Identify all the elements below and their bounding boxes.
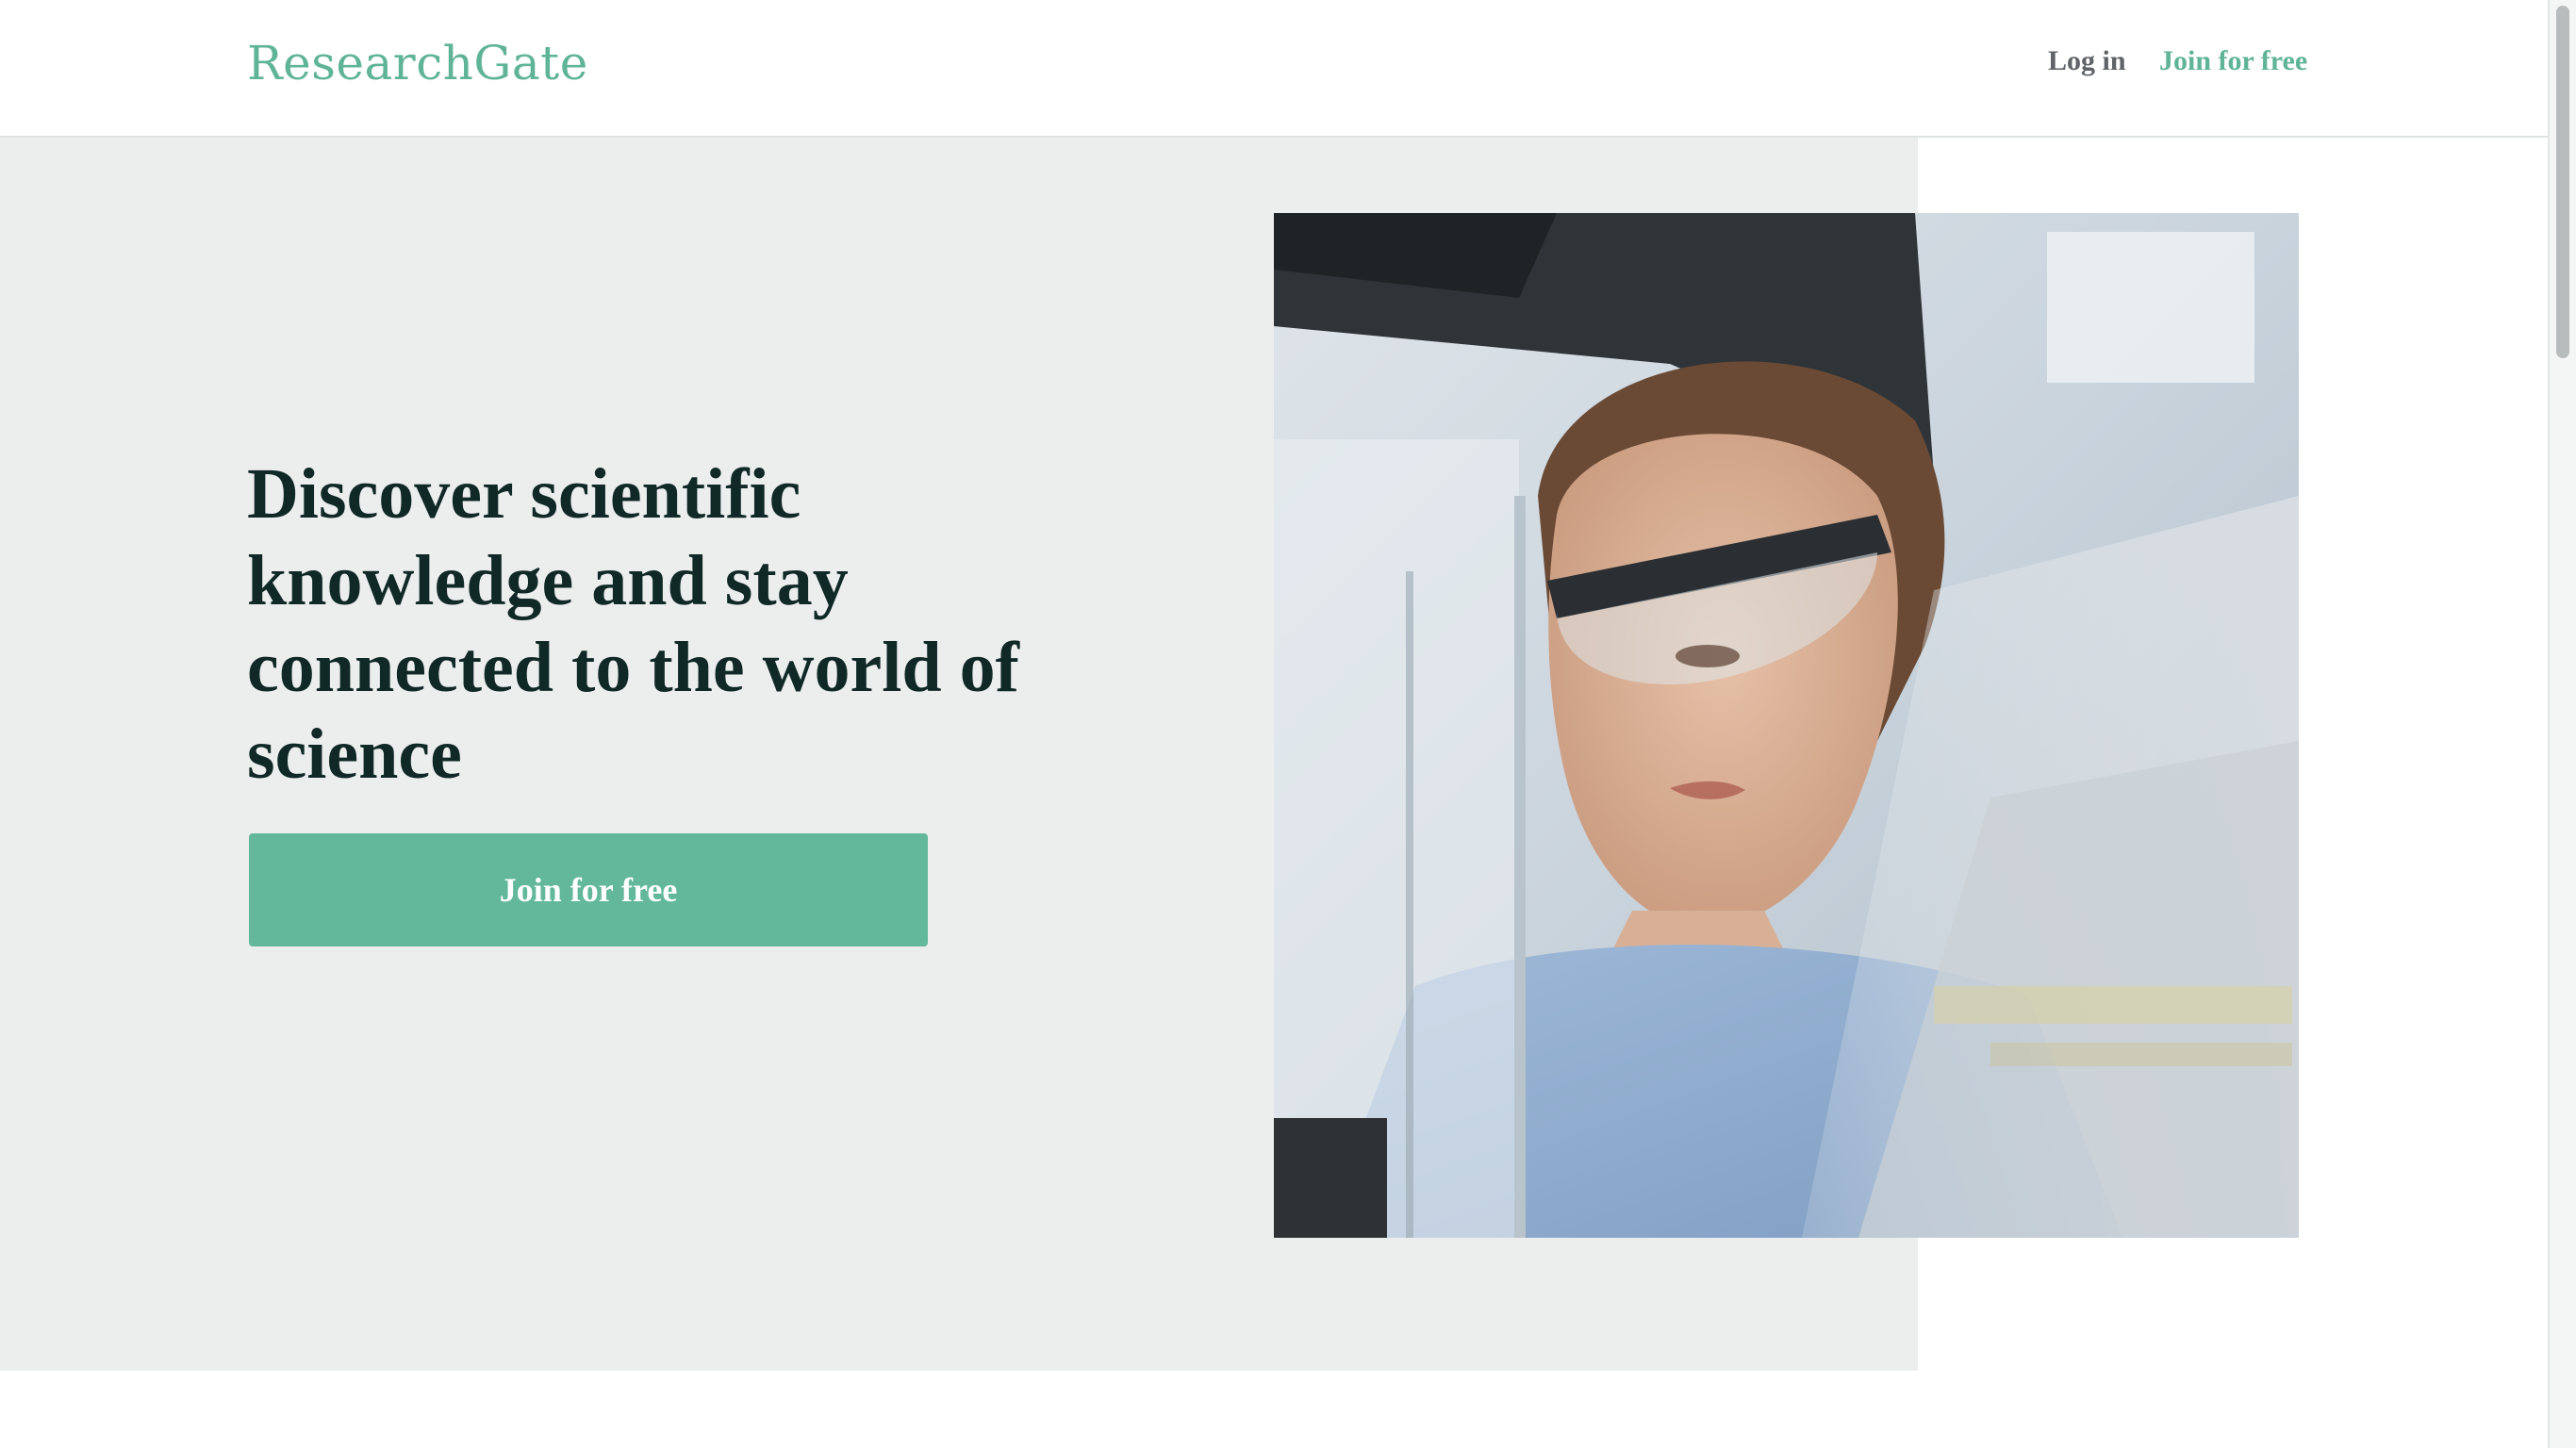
join-for-free-link[interactable]: Join for free — [2159, 45, 2307, 77]
scientist-photo — [1274, 213, 2299, 1238]
site-header: ResearchGate Log in Join for free — [0, 0, 2548, 138]
page-scrollbar[interactable] — [2548, 0, 2576, 1448]
join-for-free-button[interactable]: Join for free — [249, 833, 928, 946]
hero-title: Discover scientific knowledge and stay c… — [247, 454, 1019, 794]
scrollbar-thumb[interactable] — [2556, 6, 2569, 358]
login-link[interactable]: Log in — [2048, 45, 2126, 77]
researchgate-logo[interactable]: ResearchGate — [247, 36, 588, 90]
